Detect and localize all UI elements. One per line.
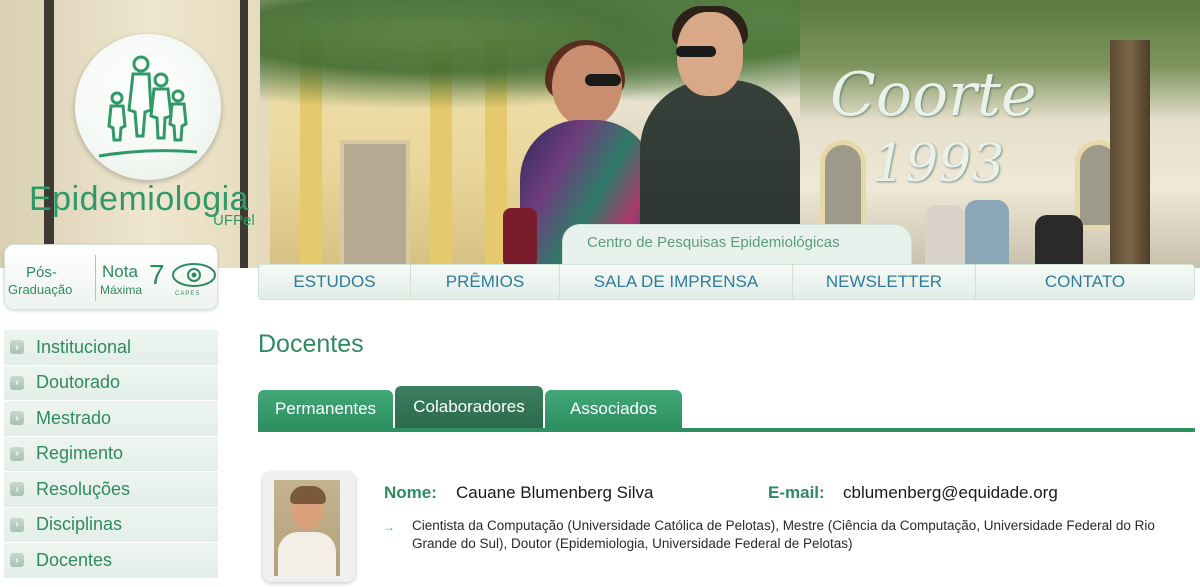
pos-label: Pós- (26, 264, 57, 281)
arrow-bullet-icon: › (10, 340, 24, 355)
banner-pole (44, 0, 54, 268)
arrow-bullet-icon: › (10, 553, 24, 568)
nav-item-newsletter[interactable]: NEWSLETTER (793, 265, 976, 299)
sidebar-menu: › Institucional › Doutorado › Mestrado ›… (4, 330, 218, 579)
arrow-bullet-icon: › (10, 375, 24, 390)
docentes-tabs: Permanentes Colaboradores Associados (258, 386, 684, 428)
sidebar-item-docentes[interactable]: › Docentes (4, 543, 218, 579)
docente-photo-frame (263, 472, 355, 582)
nota-label: Nota (102, 262, 138, 281)
sidebar-item-label: Institucional (36, 336, 132, 357)
arrow-bullet-icon: › (10, 482, 24, 497)
arrow-right-icon: → (383, 520, 395, 534)
graduacao-label: Graduação (8, 282, 73, 297)
sidebar-item-label: Mestrado (36, 407, 112, 428)
sidebar-item-label: Disciplinas (36, 514, 123, 535)
sunglasses-icon (585, 74, 621, 86)
header-banner: Epidemiologia UFPel Coorte 1993 Centro d… (0, 0, 1200, 268)
nav-item-premios[interactable]: PRÊMIOS (411, 265, 560, 299)
nav-item-contato[interactable]: CONTATO (976, 265, 1194, 299)
logo-subtitle: UFPel (213, 212, 255, 229)
sidebar-item-label: Resoluções (36, 478, 131, 499)
tab-colaboradores[interactable]: Colaboradores (395, 386, 543, 428)
nav-item-sala-de-imprensa[interactable]: SALA DE IMPRENSA (560, 265, 793, 299)
background-person (1035, 215, 1083, 268)
top-navigation: ESTUDOS PRÊMIOS SALA DE IMPRENSA NEWSLET… (258, 264, 1195, 300)
banner-tree-trunk (1110, 40, 1150, 268)
sidebar-item-regimento[interactable]: › Regimento (4, 436, 218, 472)
capes-eye-icon (172, 263, 216, 287)
sidebar-item-institucional[interactable]: › Institucional (4, 330, 218, 366)
badge-divider (95, 255, 96, 301)
sidebar-item-label: Docentes (36, 549, 113, 570)
banner-title: Coorte (830, 60, 1037, 130)
capes-label: CAPES (175, 291, 201, 297)
background-person (965, 200, 1009, 268)
background-person (925, 205, 965, 268)
sidebar-item-label: Doutorado (36, 372, 121, 393)
nav-item-estudos[interactable]: ESTUDOS (259, 265, 411, 299)
banner-arch (820, 140, 866, 230)
tab-permanentes[interactable]: Permanentes (258, 390, 393, 428)
tab-associados[interactable]: Associados (545, 390, 682, 428)
arrow-bullet-icon: › (10, 517, 24, 532)
sidebar-item-disciplinas[interactable]: › Disciplinas (4, 507, 218, 543)
sidebar-item-label: Regimento (36, 443, 124, 464)
banner-door (340, 140, 410, 268)
docente-photo (274, 480, 340, 576)
email-value[interactable]: cblumenberg@equidade.org (843, 483, 1058, 503)
sidebar-item-doutorado[interactable]: › Doutorado (4, 365, 218, 401)
woman-head (552, 45, 622, 127)
docente-bio: Cientista da Computação (Universidade Ca… (412, 518, 1155, 551)
arrow-bullet-icon: › (10, 411, 24, 426)
sidebar-item-resolucoes[interactable]: › Resoluções (4, 472, 218, 508)
page-title: Docentes (258, 330, 364, 358)
name-label: Nome: (384, 483, 437, 502)
nota-maxima-label: Máxima (100, 283, 143, 297)
arrow-bullet-icon: › (10, 446, 24, 461)
email-label: E-mail: (768, 483, 825, 502)
handbag (503, 208, 537, 268)
banner-year: 1993 (872, 134, 1005, 194)
center-label-tab[interactable]: Centro de Pesquisas Epidemiológicas (562, 224, 912, 268)
family-logo-icon (98, 55, 198, 158)
tabs-underline (258, 428, 1195, 432)
nota-value: 7 (149, 259, 165, 290)
sidebar-item-mestrado[interactable]: › Mestrado (4, 401, 218, 437)
logo-emblem[interactable] (75, 34, 221, 180)
name-value: Cauane Blumenberg Silva (456, 483, 654, 502)
sunglasses-icon (676, 46, 716, 57)
pos-graduacao-badge[interactable]: Pós- Graduação Nota Máxima 7 CAPES (4, 244, 218, 310)
